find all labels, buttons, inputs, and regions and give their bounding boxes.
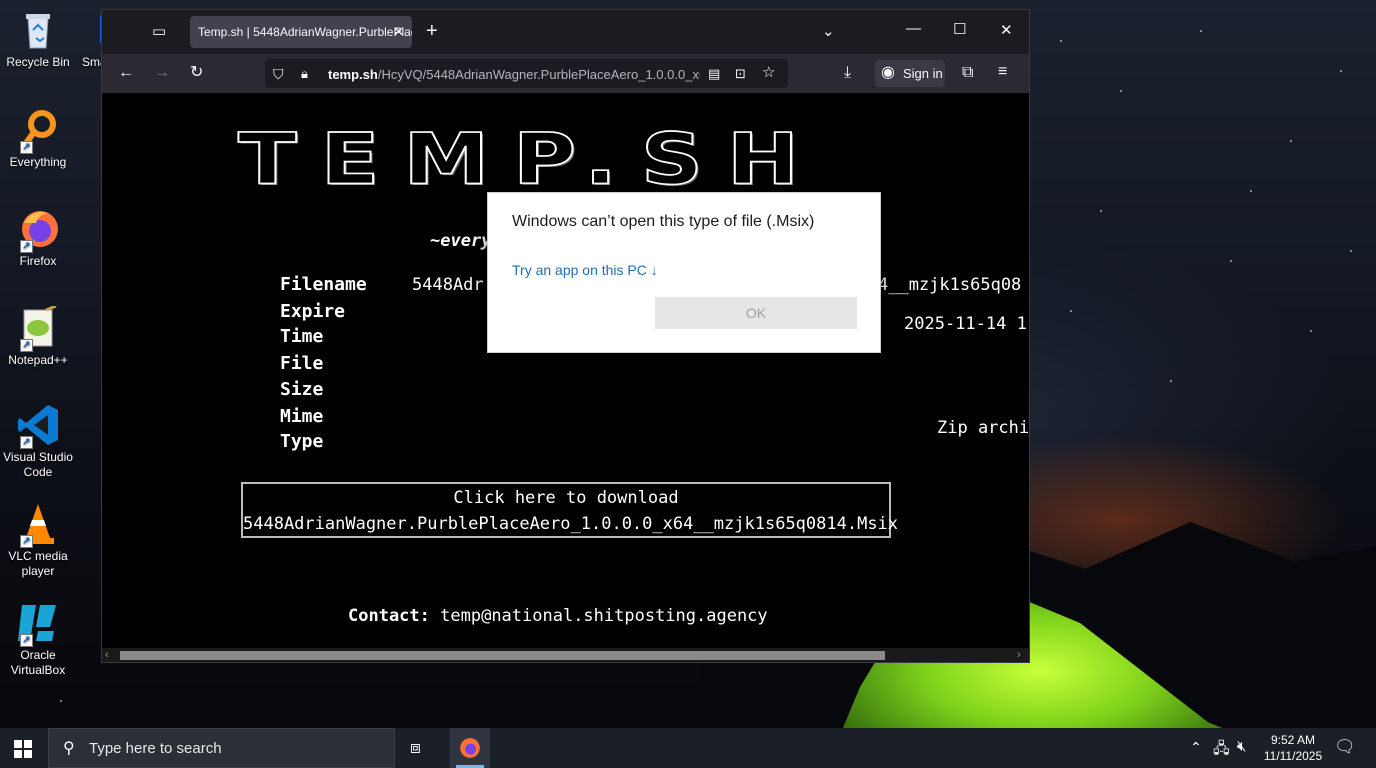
desktop-icon-notepadpp[interactable]: ↗ Notepad++ [0,304,76,368]
desktop-icon-firefox[interactable]: ↗ Firefox [0,207,76,269]
desktop-icon-vlc[interactable]: ↗ VLC media player [0,502,76,579]
recycle-bin-icon [16,8,60,52]
url-bar-actions: ▤ ⊡ ☆ [700,59,788,88]
everything-search-icon: ↗ [16,108,60,154]
save-to-pocket-icon[interactable]: ⊡ [735,66,746,82]
open-with-dialog: Windows can’t open this type of file (.M… [487,192,881,353]
volume-muted-icon[interactable]: 🔇︎ [1237,738,1246,755]
new-tab-icon[interactable]: + [426,20,438,43]
minimize-icon[interactable]: — [906,20,921,37]
horizontal-scrollbar[interactable]: ‹ › [102,648,1029,662]
show-hidden-icons-chevron-icon[interactable]: ⌃ [1190,739,1202,756]
sign-in-button[interactable]: ◉ Sign in [875,60,945,87]
tab-temp-sh[interactable]: Temp.sh | 5448AdrianWagner.PurblePlaceAe… [190,16,412,48]
sign-in-label: Sign in [903,66,943,81]
bookmark-star-icon[interactable]: ☆ [762,65,775,81]
back-arrow-icon[interactable]: ← [118,65,134,81]
tab-overview-icon[interactable]: ▭ [152,22,166,40]
search-placeholder: Type here to search [89,740,222,757]
firefox-icon [460,738,480,758]
desktop-icon-label: Oracle VirtualBox [10,648,66,677]
hamburger-menu-icon[interactable]: ≡ [998,64,1007,80]
contact-email-link[interactable]: temp@national.shitposting.agency [440,606,768,626]
forward-arrow-icon[interactable]: → [154,65,170,81]
tracking-shield-icon[interactable]: ⛉ [273,66,284,82]
down-arrow-icon: ↓ [650,262,658,278]
download-filename: 5448AdrianWagner.PurblePlaceAero_1.0.0.0… [243,514,899,534]
desktop-icon-virtualbox[interactable]: ↗ Oracle VirtualBox [0,601,76,678]
size-label: Size [280,379,324,400]
virtualbox-icon: ↗ [16,601,60,647]
account-icon: ◉ [881,64,895,81]
vlc-cone-icon: ↗ [16,502,60,548]
time-label: Time [280,326,324,347]
desktop-icon-label: Everything [9,155,67,169]
tagline: ~every [430,231,492,251]
taskbar: ⚲ Type here to search ⧈ ⌃ 🖧︎ 🔇︎ 9:52 AM … [0,728,1376,768]
close-tab-icon[interactable]: ✕ [393,24,404,40]
try-app-link-label: Try an app on this PC [512,262,647,278]
contact-line: Contact: temp@national.shitposting.agenc… [348,606,768,626]
desktop-icon-everything[interactable]: ↗ Everything [0,108,76,170]
try-app-link[interactable]: Try an app on this PC ↓ [512,262,658,278]
mime-label: Mime [280,406,324,427]
search-icon: ⚲ [63,740,75,757]
downloads-icon[interactable]: ⤓ [844,65,851,81]
mime-type-value: Zip archi [937,418,1029,438]
type-label: Type [280,431,324,452]
file-label: File [280,353,324,374]
desktop-icon-vscode[interactable]: ↗ Visual Studio Code [0,403,76,480]
navigation-toolbar: ← → ↻ ⛉ 🔒︎ temp.sh/HcyVQ/5448AdrianWagne… [102,54,1029,93]
close-window-icon[interactable]: ✕ [1000,21,1013,39]
taskbar-search-box[interactable]: ⚲ Type here to search [48,728,395,768]
desktop-icon-label: Firefox [19,254,57,268]
extensions-icon[interactable]: ⧉ [962,65,973,81]
reader-view-icon[interactable]: ▤ [708,66,720,82]
contact-label: Contact: [348,606,430,626]
windows-start-icon[interactable] [14,740,32,758]
filename-label: Filename [280,274,367,295]
expire-label: Expire [280,301,346,322]
taskbar-firefox-button[interactable] [450,728,490,768]
clock[interactable]: 9:52 AM 11/11/2025 [1260,732,1326,764]
scroll-left-icon[interactable]: ‹ [105,648,109,662]
clock-time: 9:52 AM [1270,733,1316,747]
reload-icon[interactable]: ↻ [190,65,203,81]
filename-value: 5448Adr [412,275,484,295]
desktop-icon-recycle-bin[interactable]: Recycle Bin [0,8,76,70]
download-line-1: Click here to download [453,488,679,508]
scrollbar-thumb[interactable] [120,651,885,660]
firefox-icon: ↗ [16,207,60,253]
temp-sh-logo: TEMP.SH [237,118,823,201]
notepadpp-icon: ↗ [16,304,60,352]
clock-date: 11/11/2025 [1263,749,1323,763]
list-tabs-chevron-icon[interactable]: ⌄ [822,22,835,40]
desktop-icon-label: VLC media player [8,549,68,578]
vscode-icon: ↗ [16,403,60,449]
desktop-icon-label: Visual Studio Code [3,450,73,479]
page-content: TEMP.SH ~every Filename 5448Adr 4__mzjk1… [102,93,1029,648]
desktop-icon-label: Notepad++ [8,353,68,367]
desktop-icon-label: Recycle Bin [6,55,70,69]
filename-value-tail: 4__mzjk1s65q08 [878,275,1022,295]
dialog-title: Windows can’t open this type of file (.M… [512,213,815,230]
ok-button[interactable]: OK [655,297,857,329]
lock-icon[interactable]: 🔒︎ [301,66,308,82]
tab-title: Temp.sh | 5448AdrianWagner.PurblePlaceAe… [198,25,412,39]
task-view-icon[interactable]: ⧈ [410,738,421,758]
notifications-icon[interactable]: 🗨︎ [1334,737,1356,757]
network-icon[interactable]: 🖧︎ [1213,738,1230,763]
tab-bar: ▭ Temp.sh | 5448AdrianWagner.PurblePlace… [102,10,1029,54]
url-host: temp.sh [328,67,378,82]
scroll-right-icon[interactable]: › [1017,648,1021,662]
expire-time-value: 2025-11-14 1 [904,314,1027,334]
maximize-icon[interactable]: ☐ [953,20,966,38]
download-link[interactable]: Click here to download 5448AdrianWagner.… [241,482,899,538]
